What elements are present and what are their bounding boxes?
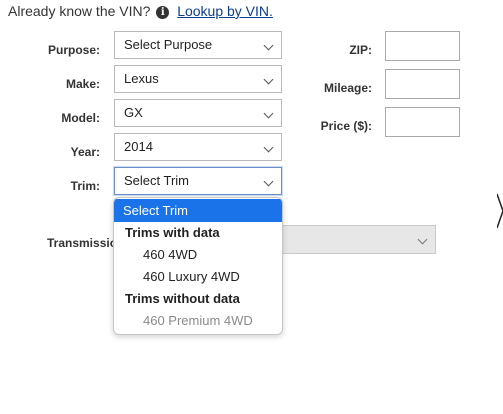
year-select-value: 2014 — [124, 139, 153, 154]
chevron-down-icon — [263, 176, 274, 187]
year-select[interactable]: 2014 — [114, 133, 282, 161]
trim-dropdown-list: Select Trim Trims with data 460 4WD 460 … — [113, 197, 283, 335]
purpose-select[interactable]: Select Purpose — [114, 31, 282, 59]
trim-option-460-luxury-4wd[interactable]: 460 Luxury 4WD — [114, 266, 282, 288]
trims-with-data-group-label: Trims with data — [125, 225, 220, 240]
trims-without-data-group-label: Trims without data — [125, 291, 240, 306]
model-select[interactable]: GX — [114, 99, 282, 127]
purpose-label: Purpose: — [47, 43, 100, 57]
price-label: Price ($): — [320, 119, 372, 133]
vin-prompt: Already know the VIN? i Lookup by VIN. — [8, 3, 273, 19]
trim-option-460-premium-4wd: 460 Premium 4WD — [143, 313, 253, 328]
model-label: Model: — [61, 111, 100, 125]
chevron-down-icon — [263, 142, 274, 153]
price-field[interactable] — [385, 107, 460, 137]
make-select[interactable]: Lexus — [114, 65, 282, 93]
year-label: Year: — [70, 145, 100, 159]
make-select-value: Lexus — [124, 71, 159, 86]
trim-option-select-trim[interactable]: Select Trim — [114, 199, 282, 222]
chevron-down-icon — [263, 40, 274, 51]
zip-label: ZIP: — [349, 43, 372, 57]
partial-bracket-shape — [497, 193, 503, 229]
chevron-down-icon — [263, 74, 274, 85]
zip-field[interactable] — [385, 31, 460, 61]
transmission-select — [270, 225, 436, 254]
trim-select-value: Select Trim — [124, 173, 190, 188]
chevron-down-icon — [263, 108, 274, 119]
trim-select[interactable]: Select Trim — [114, 167, 282, 195]
info-icon[interactable]: i — [156, 6, 170, 19]
vin-question: Already know the VIN? — [8, 3, 151, 19]
chevron-down-icon — [417, 234, 428, 245]
mileage-label: Mileage: — [323, 81, 372, 95]
make-label: Make: — [65, 77, 100, 91]
trim-option-460-4wd[interactable]: 460 4WD — [114, 244, 282, 266]
trim-label: Trim: — [70, 179, 100, 193]
mileage-field[interactable] — [385, 69, 460, 99]
lookup-by-vin-link[interactable]: Lookup by VIN. — [177, 3, 273, 19]
purpose-select-value: Select Purpose — [124, 37, 213, 52]
model-select-value: GX — [124, 105, 143, 120]
